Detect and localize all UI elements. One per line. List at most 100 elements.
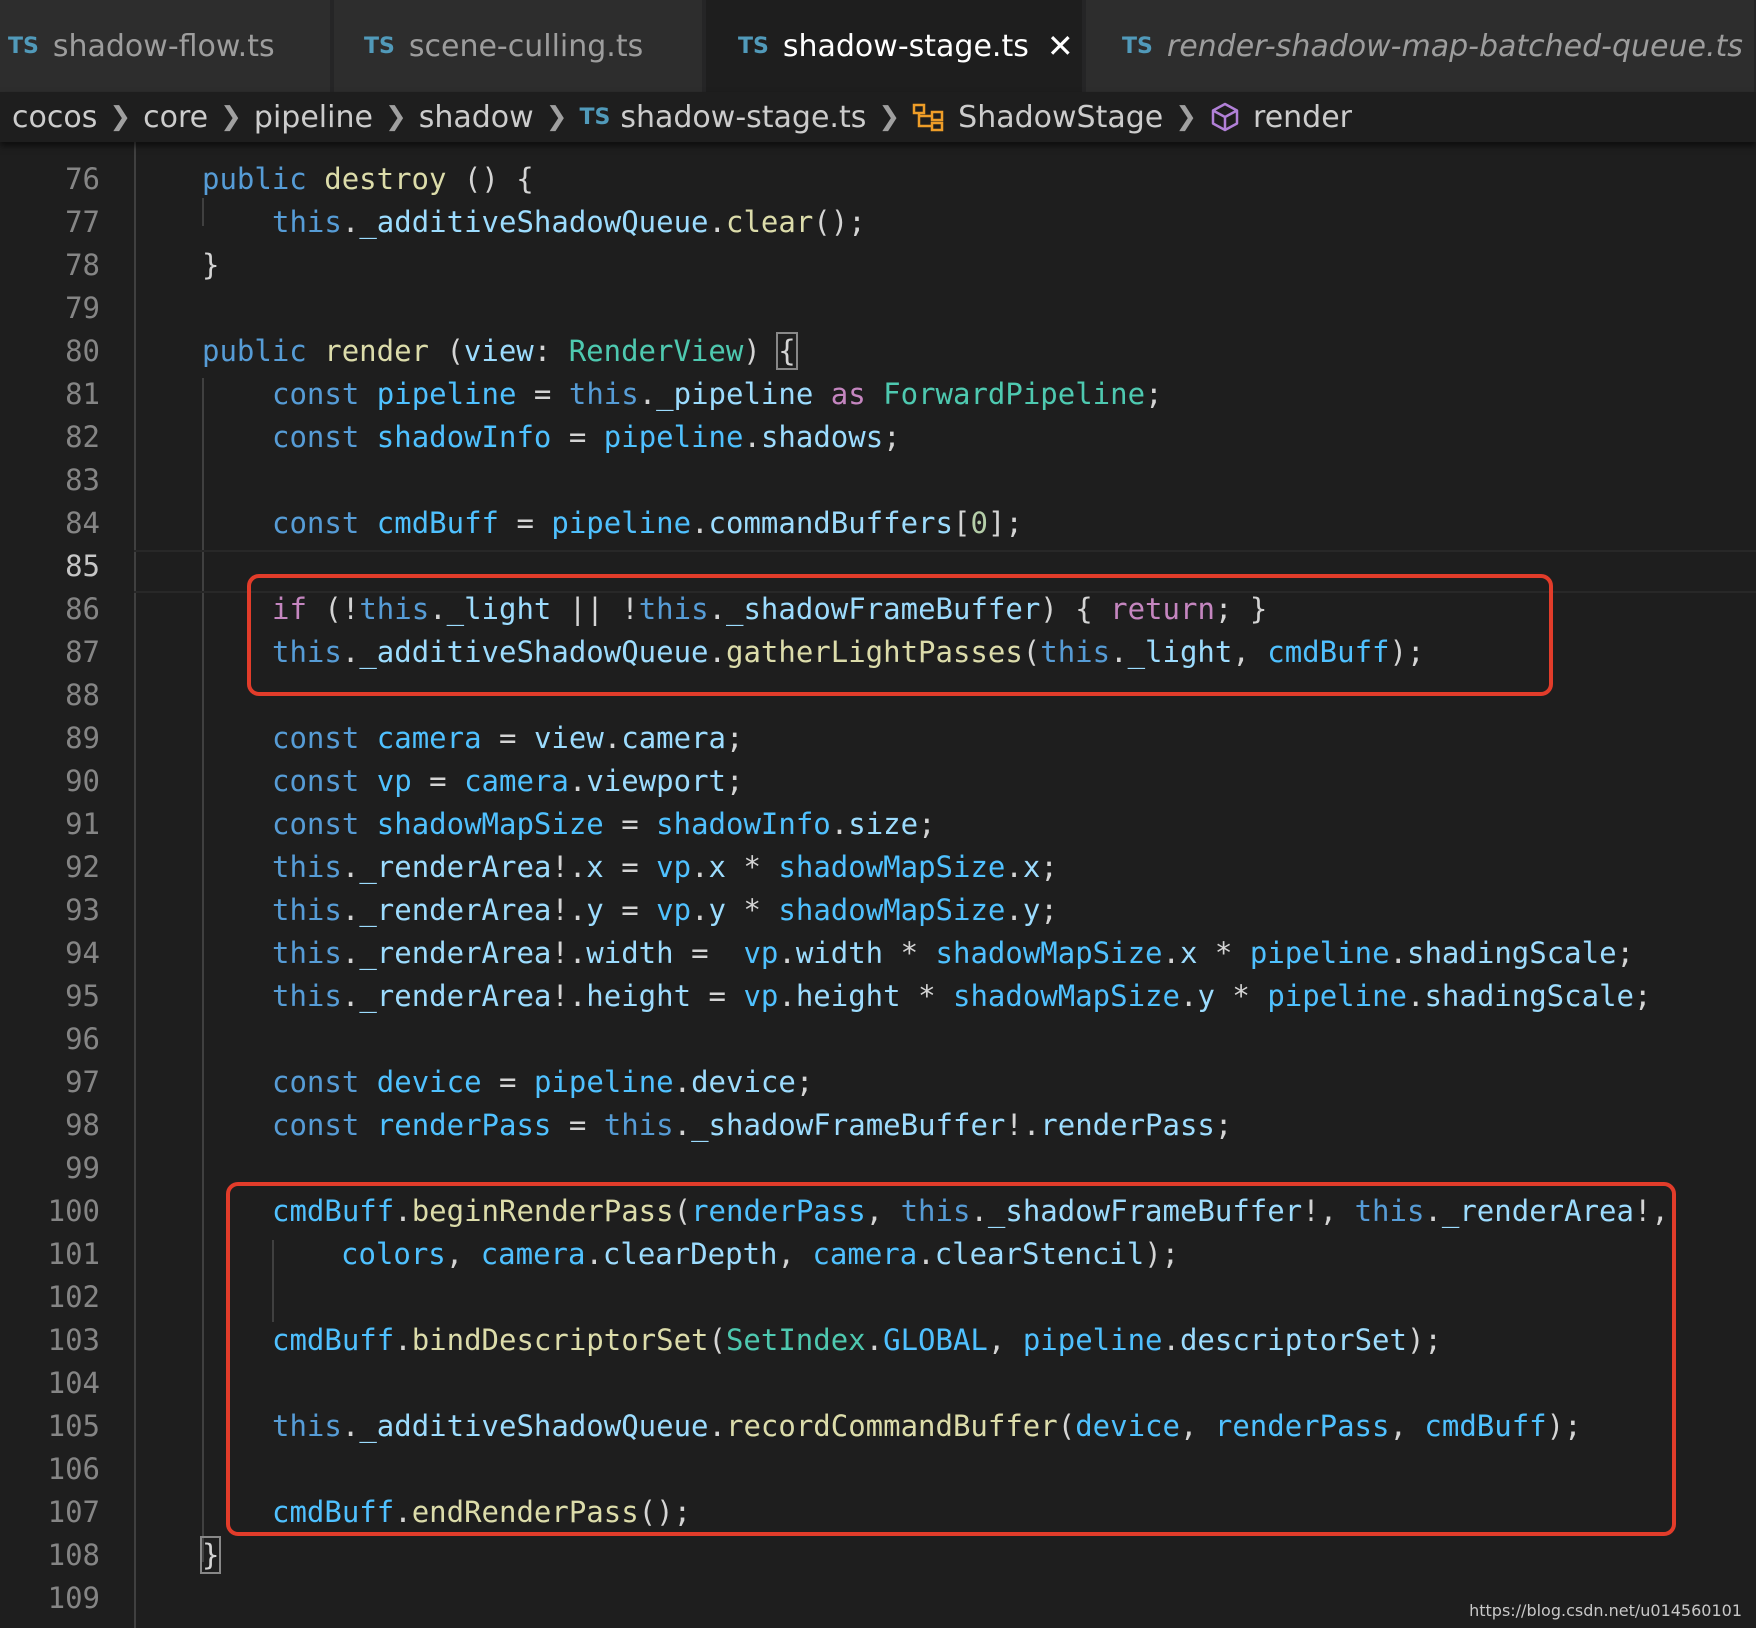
line-number: 94 <box>65 936 100 970</box>
close-icon[interactable]: ✕ <box>1047 30 1074 62</box>
code-line-82: 82 const shadowInfo = pipeline.shadows; <box>0 416 1756 459</box>
line-number: 96 <box>65 1022 100 1056</box>
typescript-file-icon: TS <box>8 33 39 59</box>
line-number: 99 <box>65 1151 100 1185</box>
code-text[interactable]: } <box>199 1534 222 1577</box>
line-number: 107 <box>47 1495 100 1529</box>
code-line-77: 77 this._additiveShadowQueue.clear(); <box>0 201 1756 244</box>
highlight-box-render-pass <box>226 1182 1676 1536</box>
breadcrumb-item-core[interactable]: core <box>143 100 208 135</box>
line-number: 89 <box>65 721 100 755</box>
code-line-96: 96 <box>0 1018 1756 1061</box>
code-line-76: 76 public destroy () { <box>0 158 1756 201</box>
line-number: 91 <box>65 807 100 841</box>
code-line-81: 81 const pipeline = this._pipeline as Fo… <box>0 373 1756 416</box>
tab-label-shadow-flow: shadow-flow.ts <box>52 28 275 64</box>
breadcrumb-file-label: shadow-stage.ts <box>620 99 867 135</box>
highlight-box-light-check <box>247 574 1553 696</box>
code-line-97: 97 const device = pipeline.device; <box>0 1061 1756 1104</box>
chevron-right-icon: ❯ <box>545 102 568 132</box>
chevron-right-icon: ❯ <box>109 102 132 132</box>
code-line-84: 84 const cmdBuff = pipeline.commandBuffe… <box>0 502 1756 545</box>
chevron-right-icon: ❯ <box>220 102 242 132</box>
breadcrumb-item-method[interactable]: render <box>1209 100 1352 135</box>
line-number: 100 <box>47 1194 100 1228</box>
code-line-91: 91 const shadowMapSize = shadowInfo.size… <box>0 803 1756 846</box>
code-text[interactable]: const cmdBuff = pipeline.commandBuffers[… <box>272 502 1023 545</box>
line-number: 82 <box>65 420 100 454</box>
code-text[interactable]: this._additiveShadowQueue.clear(); <box>272 201 866 244</box>
code-line-92: 92 this._renderArea!.x = vp.x * shadowMa… <box>0 846 1756 889</box>
tab-shadow-stage-ts[interactable]: TS shadow-stage.ts ✕ <box>706 0 1084 92</box>
code-text[interactable]: const device = pipeline.device; <box>272 1061 813 1104</box>
line-number: 105 <box>47 1409 100 1443</box>
code-line-78: 78 } <box>0 244 1756 287</box>
tab-render-shadow-map-batched-queue-ts[interactable]: TS render-shadow-map-batched-queue.ts <box>1086 0 1756 92</box>
tab-label-scene-culling: scene-culling.ts <box>408 28 644 64</box>
code-text[interactable]: public destroy () { <box>202 158 534 201</box>
watermark: https://blog.csdn.net/u014560101 <box>1469 1601 1742 1620</box>
line-number: 88 <box>65 678 100 712</box>
code-line-93: 93 this._renderArea!.y = vp.y * shadowMa… <box>0 889 1756 932</box>
code-editor[interactable]: 76 public destroy () { 77 this._additive… <box>0 142 1756 1628</box>
tab-label-render-shadow-map: render-shadow-map-batched-queue.ts <box>1166 28 1743 64</box>
breadcrumb: cocos ❯ core ❯ pipeline ❯ shadow ❯ TS sh… <box>0 92 1756 142</box>
chevron-right-icon: ❯ <box>878 102 901 132</box>
typescript-file-icon: TS <box>364 33 395 59</box>
tab-strip: TS shadow-flow.ts TS scene-culling.ts TS… <box>0 0 1756 92</box>
code-text[interactable]: const renderPass = this._shadowFrameBuff… <box>272 1104 1232 1147</box>
line-number: 92 <box>65 850 100 884</box>
class-symbol-icon <box>912 103 944 132</box>
code-text[interactable]: public render (view: RenderView) { <box>202 330 798 373</box>
code-line-79: 79 <box>0 287 1756 330</box>
line-number: 90 <box>65 764 100 798</box>
breadcrumb-item-file[interactable]: TS shadow-stage.ts <box>580 100 867 135</box>
line-number: 85 <box>65 549 100 583</box>
code-text[interactable]: const shadowInfo = pipeline.shadows; <box>272 416 901 459</box>
breadcrumb-item-pipeline[interactable]: pipeline <box>254 100 373 135</box>
chevron-right-icon: ❯ <box>1175 102 1198 132</box>
line-number: 84 <box>65 506 100 540</box>
typescript-file-icon: TS <box>738 33 769 59</box>
code-line-94: 94 this._renderArea!.width = vp.width * … <box>0 932 1756 975</box>
line-number: 104 <box>47 1366 100 1400</box>
code-text[interactable]: const pipeline = this._pipeline as Forwa… <box>272 373 1163 416</box>
line-number: 93 <box>65 893 100 927</box>
line-number: 81 <box>65 377 100 411</box>
line-number: 79 <box>65 291 100 325</box>
tab-scene-culling-ts[interactable]: TS scene-culling.ts <box>334 0 704 92</box>
line-number: 103 <box>47 1323 100 1357</box>
code-line-108: 108 } <box>0 1534 1756 1577</box>
code-text[interactable]: const shadowMapSize = shadowInfo.size; <box>272 803 936 846</box>
line-number: 87 <box>65 635 100 669</box>
line-number: 98 <box>65 1108 100 1142</box>
line-number: 97 <box>65 1065 100 1099</box>
chevron-right-icon: ❯ <box>384 102 407 132</box>
line-number: 78 <box>65 248 100 282</box>
code-text[interactable]: const camera = view.camera; <box>272 717 743 760</box>
tab-shadow-flow-ts[interactable]: TS shadow-flow.ts <box>0 0 332 92</box>
code-text[interactable]: this._renderArea!.width = vp.width * sha… <box>272 932 1634 975</box>
code-line-90: 90 const vp = camera.viewport; <box>0 760 1756 803</box>
line-number: 102 <box>47 1280 100 1314</box>
code-line-80: 80 public render (view: RenderView) { <box>0 330 1756 373</box>
code-line-98: 98 const renderPass = this._shadowFrameB… <box>0 1104 1756 1147</box>
code-text[interactable]: this._renderArea!.x = vp.x * shadowMapSi… <box>272 846 1058 889</box>
code-text[interactable]: } <box>202 244 219 287</box>
breadcrumb-item-class[interactable]: ShadowStage <box>912 100 1163 135</box>
line-number: 76 <box>65 162 100 196</box>
code-text[interactable]: const vp = camera.viewport; <box>272 760 743 803</box>
breadcrumb-method-label: render <box>1253 99 1353 135</box>
code-text[interactable]: this._renderArea!.height = vp.height * s… <box>272 975 1651 1018</box>
code-line-95: 95 this._renderArea!.height = vp.height … <box>0 975 1756 1018</box>
method-cube-icon <box>1211 102 1239 132</box>
line-number: 101 <box>47 1237 100 1271</box>
line-number: 95 <box>65 979 100 1013</box>
breadcrumb-item-cocos[interactable]: cocos <box>12 100 97 135</box>
code-text[interactable]: this._renderArea!.y = vp.y * shadowMapSi… <box>272 889 1058 932</box>
line-number: 106 <box>47 1452 100 1486</box>
line-number: 86 <box>65 592 100 626</box>
line-number: 80 <box>65 334 100 368</box>
breadcrumb-class-label: ShadowStage <box>958 99 1164 135</box>
breadcrumb-item-shadow[interactable]: shadow <box>419 100 534 135</box>
